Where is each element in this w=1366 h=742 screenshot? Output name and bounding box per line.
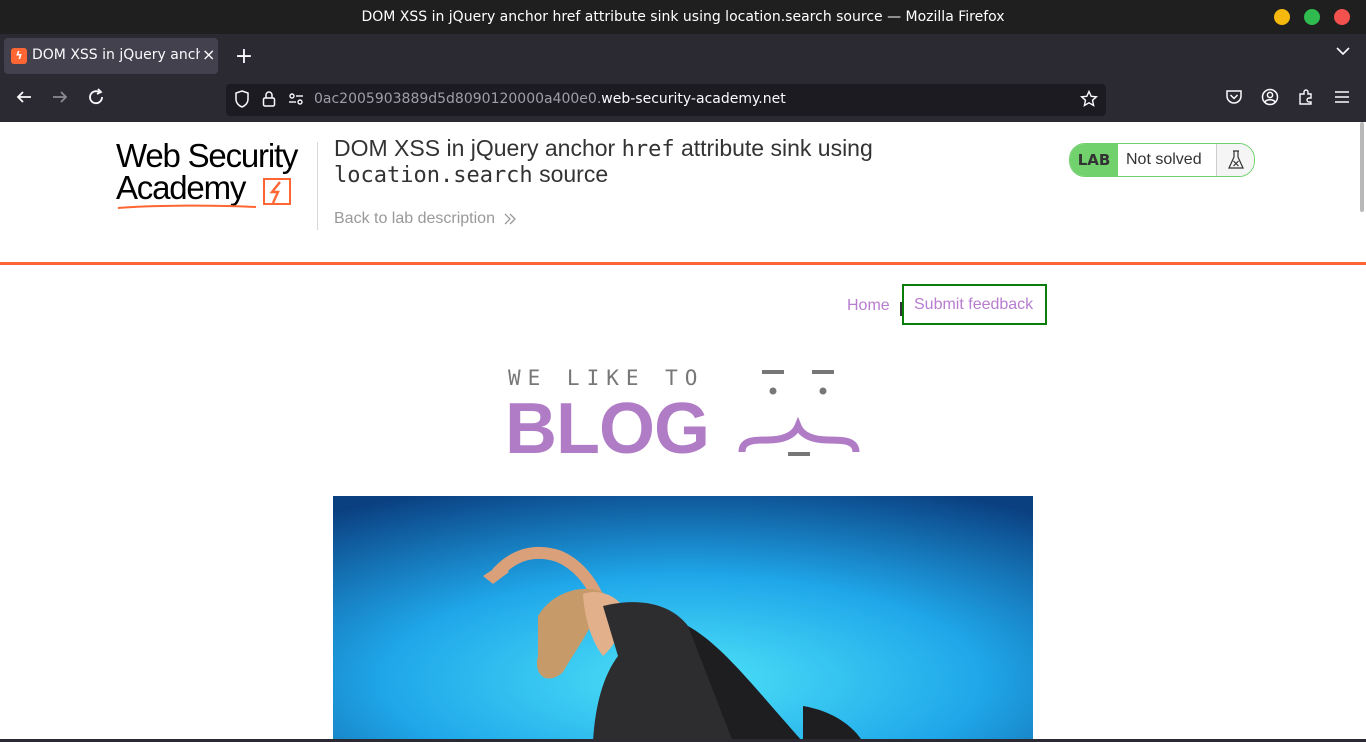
double-chevron-right-icon <box>504 213 517 225</box>
submit-feedback-label: Submit feedback <box>914 296 1034 313</box>
web-page: Web Security Academy DOM XSS in jQuery a… <box>0 122 1366 742</box>
tab-close-icon[interactable]: × <box>202 45 215 64</box>
home-link[interactable]: Home <box>847 297 890 315</box>
lab-title: DOM XSS in jQuery anchor href attribute … <box>334 136 954 188</box>
header-divider <box>317 142 318 230</box>
flask-icon <box>1216 144 1254 176</box>
web-security-academy-logo[interactable]: Web Security Academy <box>116 137 316 209</box>
url-text[interactable]: 0ac2005903889d5d8090120000a400e0.web-sec… <box>314 91 786 107</box>
pocket-icon[interactable] <box>1222 88 1246 112</box>
account-icon[interactable] <box>1258 88 1282 112</box>
tab-list-chevron-icon[interactable] <box>1336 44 1350 60</box>
post-hero-image[interactable] <box>333 496 1033 742</box>
new-tab-button[interactable]: + <box>232 42 256 72</box>
title-code-href: href <box>621 137 675 162</box>
header-rule <box>0 262 1366 265</box>
logo-bolt-icon <box>263 178 291 205</box>
maximize-button[interactable] <box>1304 9 1320 25</box>
address-bar[interactable]: 0ac2005903889d5d8090120000a400e0.web-sec… <box>226 84 1106 116</box>
page-scrollbar[interactable] <box>1360 122 1364 212</box>
blog-word: BLOG <box>505 389 710 469</box>
lock-icon[interactable] <box>262 90 276 112</box>
url-domain: web-security-academy.net <box>601 91 786 107</box>
menu-icon[interactable] <box>1330 88 1354 112</box>
navigation-toolbar: 0ac2005903889d5d8090120000a400e0.web-sec… <box>0 78 1366 122</box>
submit-feedback-link[interactable]: Submit feedback <box>902 284 1047 325</box>
title-code-location: location.search <box>334 163 533 188</box>
logo-line-1: Web Security <box>116 137 298 174</box>
tab-label: DOM XSS in jQuery ancho <box>32 47 200 63</box>
permissions-icon[interactable] <box>288 90 304 112</box>
blog-tagline: WE LIKE TO <box>508 366 705 390</box>
close-window-button[interactable] <box>1334 9 1350 25</box>
back-link-label: Back to lab description <box>334 210 495 227</box>
shield-icon[interactable] <box>234 90 250 112</box>
lab-badge: LAB <box>1070 144 1118 176</box>
bookmark-star-icon[interactable] <box>1079 89 1099 112</box>
back-to-lab-description-link[interactable]: Back to lab description <box>334 210 517 228</box>
tab-strip: ϟ DOM XSS in jQuery ancho × <box>0 34 1366 78</box>
forward-arrow-icon[interactable] <box>48 88 72 112</box>
blog-face-icon <box>738 370 860 456</box>
reload-icon[interactable] <box>84 88 108 112</box>
window-titlebar: DOM XSS in jQuery anchor href attribute … <box>0 0 1366 34</box>
window-title: DOM XSS in jQuery anchor href attribute … <box>361 9 1005 25</box>
woman-stretching-image <box>333 496 1033 742</box>
lab-status-widget: LAB Not solved <box>1069 143 1255 177</box>
minimize-button[interactable] <box>1274 9 1290 25</box>
title-text-3: source <box>532 161 609 187</box>
back-arrow-icon[interactable] <box>12 88 36 112</box>
title-text-2: attribute sink using <box>674 135 873 161</box>
title-text-1: DOM XSS in jQuery anchor <box>334 135 622 161</box>
extensions-icon[interactable] <box>1294 88 1318 112</box>
browser-tab[interactable]: ϟ DOM XSS in jQuery ancho × <box>4 38 218 74</box>
lab-status-text: Not solved <box>1126 151 1202 168</box>
url-prefix: 0ac2005903889d5d8090120000a400e0. <box>314 91 602 107</box>
lab-icon: ϟ <box>11 48 27 64</box>
